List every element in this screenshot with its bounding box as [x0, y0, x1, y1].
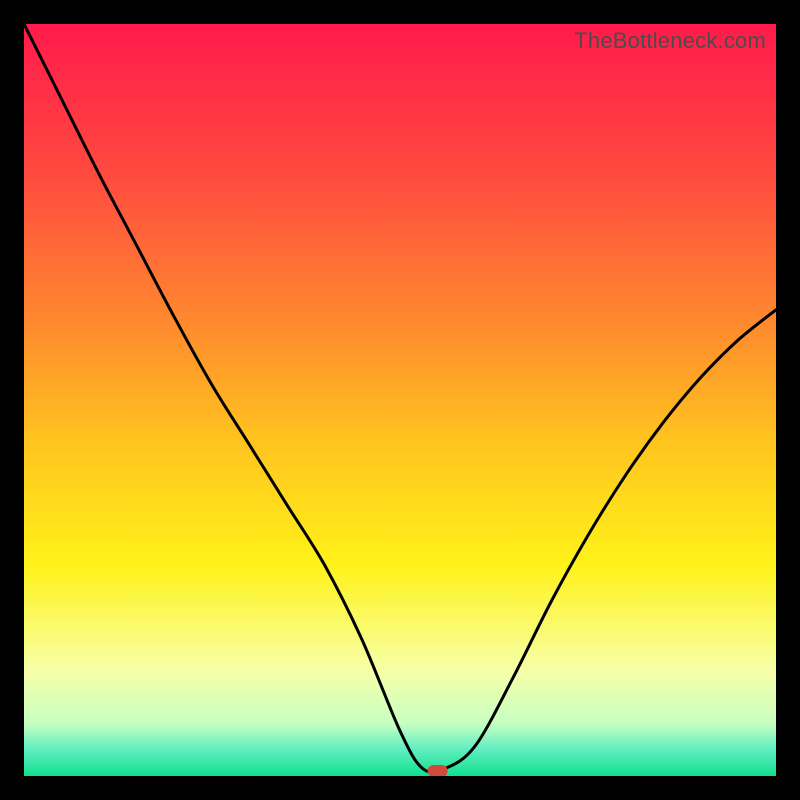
watermark-label: TheBottleneck.com	[574, 28, 766, 54]
curve-path	[24, 24, 776, 772]
minimum-marker	[428, 765, 448, 776]
chart-plot-area: TheBottleneck.com	[24, 24, 776, 776]
bottleneck-curve	[24, 24, 776, 776]
chart-stage: TheBottleneck.com	[0, 0, 800, 800]
